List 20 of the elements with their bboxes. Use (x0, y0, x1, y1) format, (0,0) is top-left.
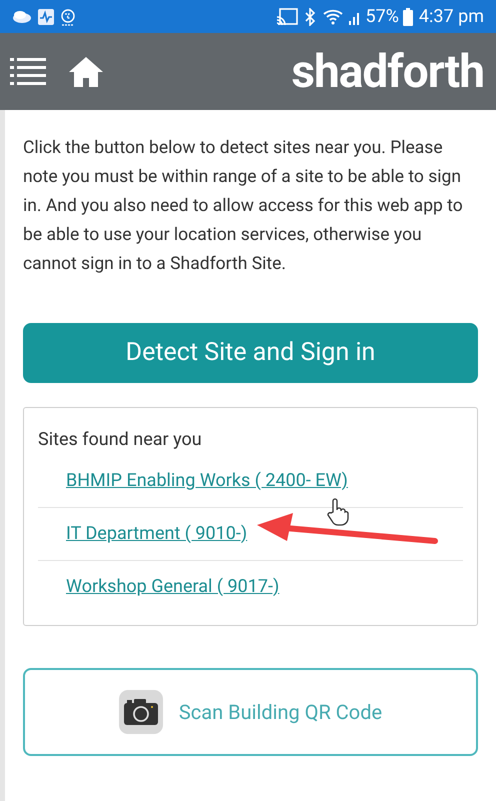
detect-site-button[interactable]: Detect Site and Sign in (23, 323, 478, 383)
camera-icon (118, 690, 163, 734)
site-link[interactable]: BHMIP Enabling Works ( 2400- EW) (66, 470, 348, 491)
site-link[interactable]: Workshop General ( 9017-) (66, 576, 280, 597)
wifi-icon (322, 8, 346, 26)
bluetooth-icon (304, 8, 316, 26)
intro-text: Click the button below to detect sites near you. Please note you must be within range of a site to be able to sign in. And you also need to allow access for this web app to be able to use your location services, otherwise you cannot sign in to a Shadforth Site. (23, 137, 464, 276)
cloud-icon (12, 10, 32, 24)
logo: shadforth (291, 48, 485, 94)
clock: 4:37 pm (418, 5, 484, 29)
cast-icon (276, 8, 298, 26)
pulse-icon (38, 8, 54, 24)
home-icon[interactable] (68, 56, 104, 88)
sites-heading: Sites found near you (38, 428, 203, 452)
hand-cursor-icon (326, 498, 350, 526)
battery-percent: 57% (366, 5, 399, 29)
battery-icon (402, 8, 413, 26)
scan-qr-button[interactable]: Scan Building QR Code (23, 668, 478, 756)
site-link[interactable]: IT Department ( 9010-) (66, 523, 248, 544)
menu-icon[interactable] (10, 56, 46, 86)
